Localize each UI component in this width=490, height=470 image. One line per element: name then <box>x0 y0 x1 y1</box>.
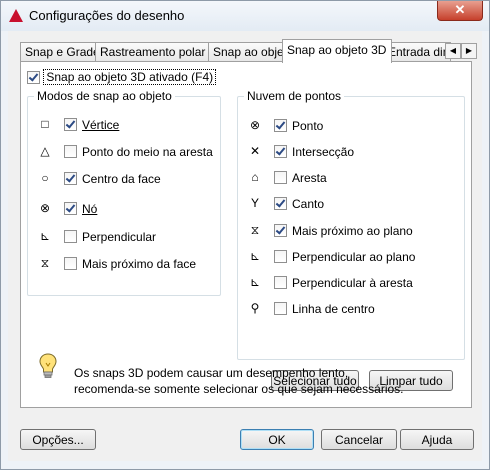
window-title: Configurações do desenho <box>29 8 185 23</box>
tab-scroll-right-button[interactable]: ▶ <box>461 43 477 59</box>
title-bar[interactable]: Configurações do desenho ✕ <box>1 1 489 31</box>
point-cloud-label: Ponto <box>292 119 324 133</box>
circle-icon: ○ <box>41 171 49 185</box>
perpendicular-icon: ⊾ <box>249 249 261 263</box>
tab-strip: Snap e Grade Rastreamento polar Snap ao … <box>20 39 477 63</box>
tab-label: Entrada dinâmica <box>388 45 450 59</box>
tab-dynamic-input[interactable]: Entrada dinâmica <box>383 42 451 62</box>
help-label: Ajuda <box>421 433 453 447</box>
nearest-icon: ⧖ <box>40 256 50 270</box>
point-cloud-label: Intersecção <box>292 145 355 159</box>
point-cloud-label: Perpendicular ao plano <box>292 250 416 264</box>
tab-label: Snap ao objeto 3D <box>287 43 387 57</box>
point-cloud-checkbox[interactable] <box>274 145 287 158</box>
tab-scroll-left-button[interactable]: ◀ <box>445 43 461 59</box>
point-cloud-checkbox[interactable] <box>274 224 287 237</box>
chevron-left-icon: ◀ <box>449 46 457 55</box>
dialog-window: Configurações do desenho ✕ Snap e Grade … <box>0 0 490 470</box>
snap-mode-checkbox[interactable] <box>64 202 77 215</box>
tab-snap-grid[interactable]: Snap e Grade <box>20 42 96 62</box>
point-cloud-label: Perpendicular à aresta <box>292 276 413 290</box>
node-icon: ⊗ <box>39 201 51 215</box>
point-cloud-checkbox[interactable] <box>274 302 287 315</box>
snap-mode-checkbox[interactable] <box>64 172 77 185</box>
point-cloud-title: Nuvem de pontos <box>244 89 345 103</box>
ok-button[interactable]: OK <box>240 429 314 450</box>
snap-modes-title: Modos de snap ao objeto <box>34 89 175 103</box>
point-cloud-checkbox[interactable] <box>274 250 287 263</box>
dialog-body: Snap e Grade Rastreamento polar Snap ao … <box>8 31 482 461</box>
perpendicular-icon: ⊾ <box>249 275 261 289</box>
tab-label: Snap e Grade <box>25 45 96 59</box>
point-cloud-checkbox[interactable] <box>274 171 287 184</box>
perpendicular-icon: ⊾ <box>39 229 51 243</box>
3d-osnap-label: Snap ao objeto 3D ativado (F4) <box>43 69 217 85</box>
point-cloud-label: Mais próximo ao plano <box>292 224 413 238</box>
tab-panel: Snap ao objeto 3D ativado (F4) Modos de … <box>20 61 472 408</box>
3d-osnap-toggle[interactable]: Snap ao objeto 3D ativado (F4) <box>27 69 217 85</box>
lightbulb-icon <box>39 353 57 378</box>
snap-mode-label: Nó <box>82 202 98 216</box>
options-label: Opções... <box>32 433 84 447</box>
snap-mode-label: Centro da face <box>82 172 161 186</box>
help-button[interactable]: Ajuda <box>400 429 474 450</box>
performance-note: Os snaps 3D podem causar um desempenho l… <box>74 365 404 397</box>
triangle-icon: △ <box>40 144 50 158</box>
note-line-2: recomenda-se somente selecionar os que s… <box>74 382 404 396</box>
snap-mode-label: Vértice <box>82 118 120 132</box>
ok-label: OK <box>268 433 286 447</box>
point-cloud-group: Nuvem de pontos ⊗ Ponto ✕ Intersecção ⌂ … <box>237 89 465 360</box>
point-cloud-checkbox[interactable] <box>274 197 287 210</box>
snap-mode-checkbox[interactable] <box>64 230 77 243</box>
snap-mode-label: Perpendicular <box>82 230 157 244</box>
point-cloud-checkbox[interactable] <box>274 276 287 289</box>
tab-polar-tracking[interactable]: Rastreamento polar <box>95 42 217 62</box>
point-cloud-label: Aresta <box>292 171 327 185</box>
tab-3d-object-snap[interactable]: Snap ao objeto 3D <box>282 39 392 63</box>
snap-mode-checkbox[interactable] <box>64 257 77 270</box>
edge-icon: ⌂ <box>251 170 259 184</box>
point-cloud-label: Canto <box>292 197 325 211</box>
nearest-icon: ⧖ <box>250 223 260 237</box>
corner-icon: Y <box>250 196 259 210</box>
tab-label: Rastreamento polar <box>100 45 206 59</box>
options-button[interactable]: Opções... <box>20 429 96 450</box>
point-cloud-label: Linha de centro <box>292 302 375 316</box>
3d-osnap-checkbox[interactable] <box>27 71 40 85</box>
cancel-button[interactable]: Cancelar <box>321 429 397 450</box>
snap-mode-checkbox[interactable] <box>64 145 77 158</box>
snap-mode-label: Mais próximo da face <box>82 257 197 271</box>
chevron-right-icon: ▶ <box>465 46 473 55</box>
close-button[interactable]: ✕ <box>437 1 483 21</box>
snap-mode-label: Ponto do meio na aresta <box>82 145 213 159</box>
cancel-label: Cancelar <box>334 433 384 447</box>
intersection-icon: ✕ <box>249 144 261 158</box>
note-line-1: Os snaps 3D podem causar um desempenho l… <box>74 366 349 380</box>
node-icon: ⊗ <box>249 118 261 132</box>
snap-modes-group: Modos de snap ao objeto □ Vértice △ Pont… <box>27 89 221 296</box>
app-icon <box>9 9 23 22</box>
point-cloud-checkbox[interactable] <box>274 119 287 132</box>
square-icon: □ <box>41 117 49 131</box>
close-icon: ✕ <box>454 2 466 17</box>
centerline-icon: ⚲ <box>250 301 260 315</box>
snap-mode-checkbox[interactable] <box>64 118 77 131</box>
